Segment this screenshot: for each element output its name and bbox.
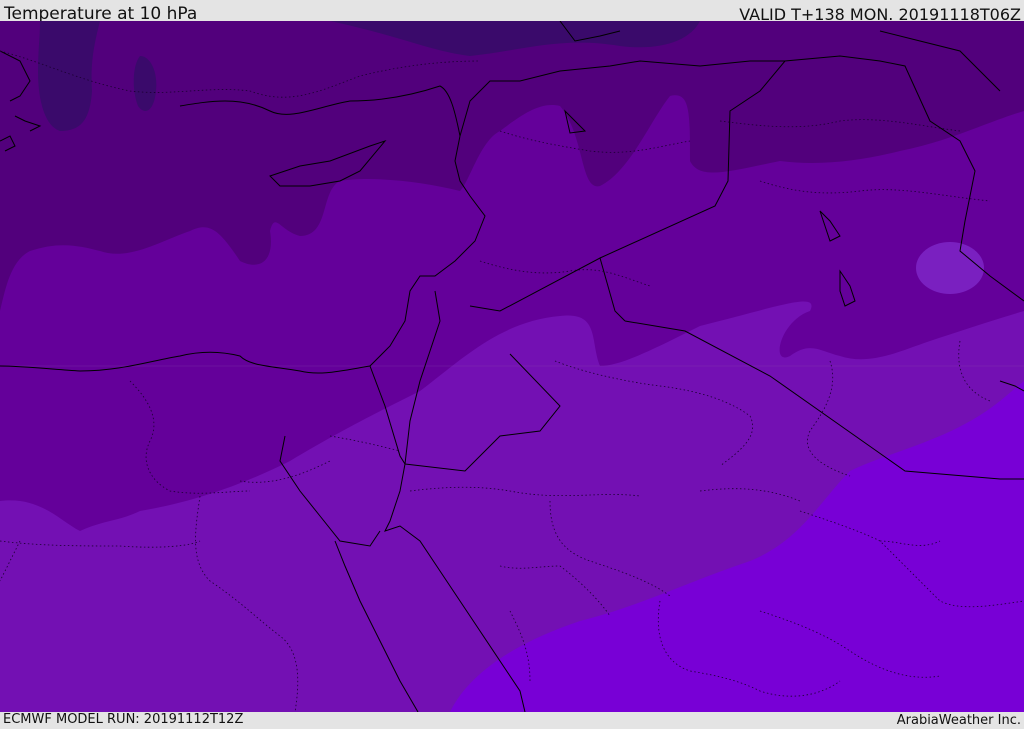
temperature-map [0,21,1024,712]
footer-bar: ECMWF MODEL RUN: 20191112T12Z ArabiaWeat… [0,712,1024,729]
temperature-warm-spot [916,242,984,294]
header-bar: Temperature at 10 hPa VALID T+138 MON. 2… [0,0,1024,24]
map-canvas[interactable] [0,21,1024,712]
model-run-label: ECMWF MODEL RUN: 20191112T12Z [3,712,244,727]
credit-label: ArabiaWeather Inc. [896,713,1021,728]
